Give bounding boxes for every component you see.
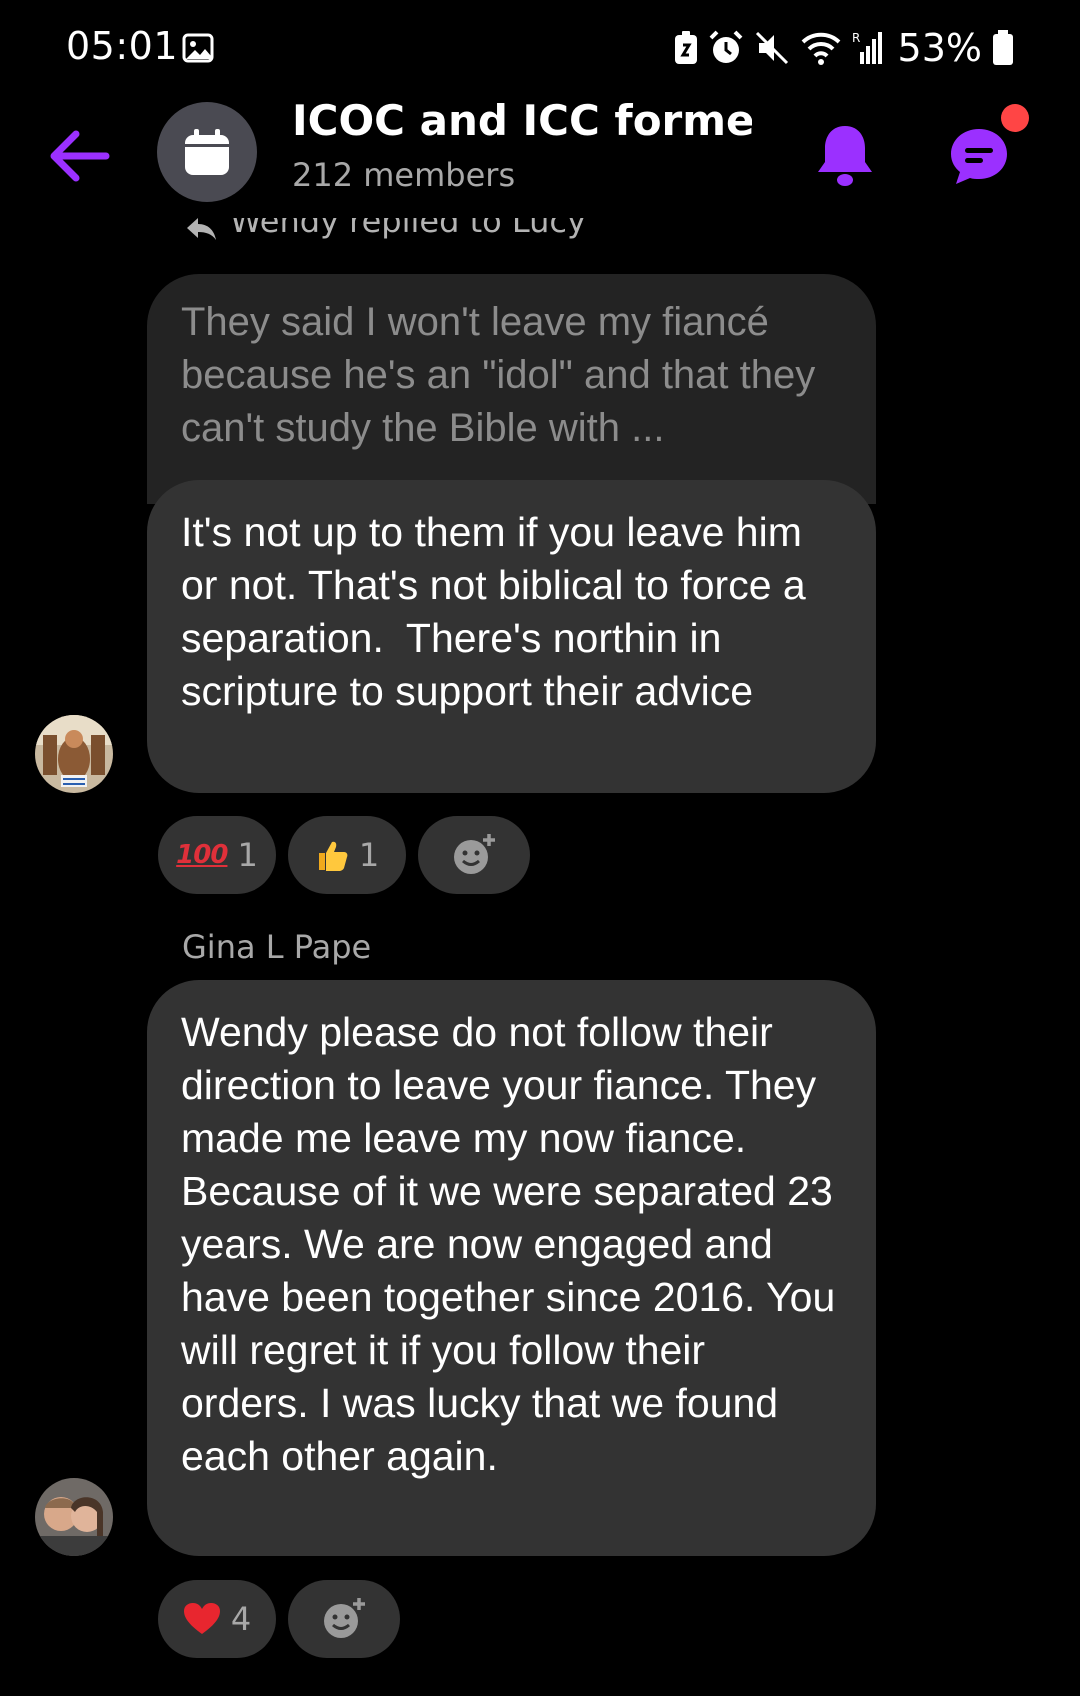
- member-count[interactable]: 212 members: [292, 156, 515, 194]
- quoted-message-text: They said I won't leave my fiancé becaus…: [181, 300, 816, 450]
- reaction-heart[interactable]: 4: [158, 1580, 276, 1658]
- notification-dot: [1001, 104, 1029, 132]
- hundred-points-icon: 100: [176, 840, 228, 870]
- reaction-100[interactable]: 100 1: [158, 816, 276, 894]
- message-bubble[interactable]: Wendy please do not follow their directi…: [147, 980, 876, 1556]
- group-avatar[interactable]: [157, 102, 257, 202]
- status-bar: 05:01 R 53%: [0, 0, 1080, 96]
- reaction-row: 100 1 1: [158, 816, 530, 894]
- wifi-icon: [801, 32, 840, 65]
- mute-icon: [755, 31, 788, 65]
- battery-icon: [993, 30, 1013, 65]
- reaction-count: 1: [237, 836, 258, 874]
- sender-avatar-gina[interactable]: [35, 1478, 113, 1556]
- chat-header: ICOC and ICC former... 212 members: [0, 96, 1080, 216]
- quoted-message[interactable]: They said I won't leave my fiancé becaus…: [147, 274, 876, 504]
- svg-text:R: R: [852, 31, 860, 45]
- status-icons: R 53%: [674, 26, 1014, 70]
- bell-icon[interactable]: [814, 122, 876, 188]
- message-text: It's not up to them if you leave him or …: [181, 509, 818, 714]
- avatar-photo: [35, 715, 113, 793]
- sender-name[interactable]: Gina L Pape: [182, 928, 371, 966]
- reaction-count: 1: [358, 836, 380, 874]
- sender-avatar-wendy[interactable]: [35, 715, 113, 793]
- reaction-row: 4: [158, 1580, 400, 1658]
- reply-label-text: Wendy replied to Lucy: [230, 218, 586, 240]
- image-notification-icon: [182, 33, 214, 63]
- battery-percentage: 53%: [897, 26, 982, 70]
- calendar-icon: [185, 129, 229, 175]
- battery-saver-icon: [674, 31, 697, 64]
- group-title[interactable]: ICOC and ICC former...: [292, 96, 752, 145]
- add-reaction-icon: [324, 1598, 365, 1638]
- reply-arrow-icon: [187, 218, 216, 240]
- thumbs-up-icon: [318, 841, 348, 871]
- avatar-photo: [35, 1478, 113, 1556]
- message-text: Wendy please do not follow their directi…: [181, 1009, 847, 1479]
- add-reaction-button[interactable]: [418, 816, 530, 894]
- reply-indicator: Wendy replied to Lucy: [184, 218, 586, 252]
- message-bubble[interactable]: It's not up to them if you leave him or …: [147, 480, 876, 793]
- add-reaction-button[interactable]: [288, 1580, 400, 1658]
- chat-bubble-icon[interactable]: [948, 126, 1010, 188]
- alarm-icon: [709, 30, 742, 63]
- signal-icon: R: [852, 31, 882, 64]
- reaction-thumbs-up[interactable]: 1: [288, 816, 406, 894]
- red-heart-icon: [183, 1603, 220, 1634]
- add-reaction-icon: [454, 834, 495, 874]
- status-time: 05:01: [66, 24, 179, 68]
- reaction-count: 4: [230, 1600, 252, 1638]
- back-arrow-icon[interactable]: [48, 126, 112, 186]
